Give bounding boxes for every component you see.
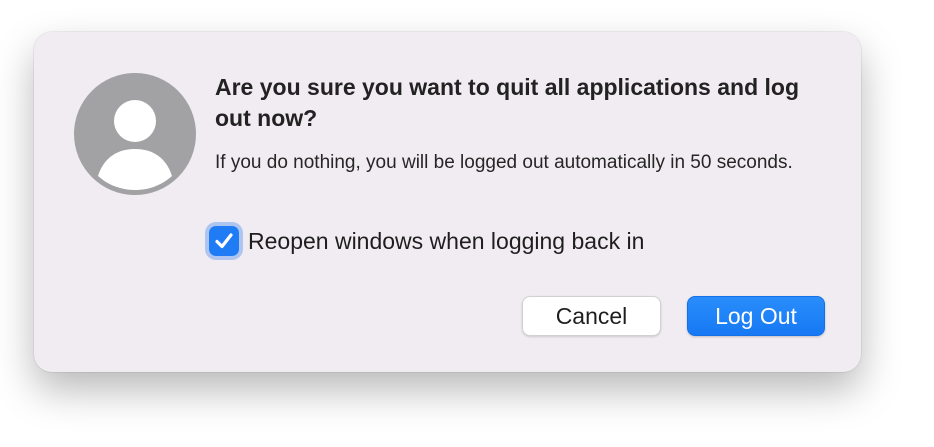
dialog-title: Are you sure you want to quit all applic… xyxy=(215,74,800,131)
log-out-button[interactable]: Log Out xyxy=(687,296,825,336)
checkmark-icon xyxy=(215,233,233,249)
logout-dialog: Are you sure you want to quit all applic… xyxy=(34,32,861,372)
dialog-message: If you do nothing, you will be logged ou… xyxy=(215,152,793,173)
reopen-windows-label[interactable]: Reopen windows when logging back in xyxy=(248,228,644,255)
reopen-windows-checkbox[interactable] xyxy=(209,226,239,256)
cancel-button[interactable]: Cancel xyxy=(522,296,661,336)
reopen-windows-checkbox-row[interactable]: Reopen windows when logging back in xyxy=(209,222,644,260)
user-silhouette-icon xyxy=(74,73,196,195)
